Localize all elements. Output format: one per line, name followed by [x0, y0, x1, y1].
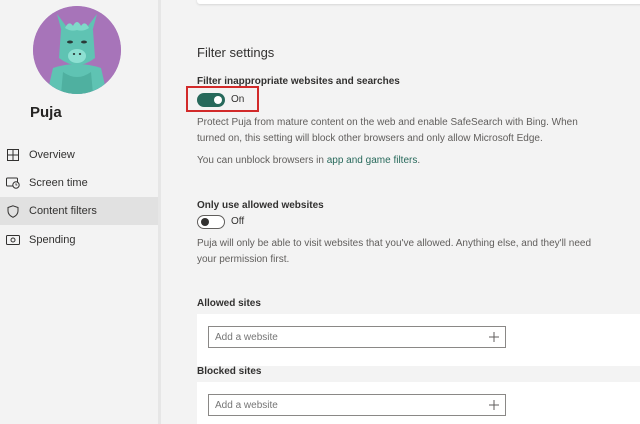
blocked-site-input[interactable] [208, 394, 506, 416]
avatar [33, 6, 121, 94]
profile-name: Puja [30, 104, 62, 121]
highlight-box [186, 86, 259, 112]
unblock-browsers-text: You can unblock browsers in app and game… [197, 153, 597, 169]
toggle-knob [201, 218, 209, 226]
allowed-only-title: Only use allowed websites [197, 200, 324, 211]
unblock-suffix: . [417, 155, 421, 166]
allowed-site-input[interactable] [208, 326, 506, 348]
page-title: Filter settings [197, 45, 275, 60]
allowed-only-description: Puja will only be able to visit websites… [197, 238, 592, 265]
allowed-sites-card [197, 314, 640, 366]
sidebar-item-overview[interactable]: Overview [0, 141, 158, 169]
blocked-sites-card [197, 382, 640, 424]
allowed-only-toggle[interactable] [197, 215, 225, 229]
add-allowed-site-icon[interactable] [489, 332, 499, 342]
sidebar-item-label: Overview [29, 149, 75, 161]
allowed-sites-label: Allowed sites [197, 298, 261, 309]
main-content: Filter settings Filter inappropriate web… [161, 0, 640, 424]
spending-icon [6, 233, 20, 247]
sidebar: Puja Overview Screen time Content filter… [0, 0, 158, 424]
sidebar-item-label: Content filters [29, 205, 97, 217]
overview-grid-icon [6, 148, 20, 162]
unblock-prefix: You can unblock browsers in [197, 155, 327, 166]
add-blocked-site-icon[interactable] [489, 400, 499, 410]
app-and-game-filters-link[interactable]: app and game filters [327, 155, 418, 166]
shield-icon [6, 204, 20, 218]
sidebar-item-content-filters[interactable]: Content filters [0, 197, 158, 225]
allowed-only-state: Off [231, 216, 245, 227]
sidebar-item-screen-time[interactable]: Screen time [0, 169, 158, 197]
llama-avatar-icon [33, 6, 121, 94]
blocked-sites-label: Blocked sites [197, 366, 262, 377]
sidebar-item-spending[interactable]: Spending [0, 226, 158, 254]
sidebar-item-label: Screen time [29, 177, 88, 189]
screen-time-icon [6, 176, 20, 190]
filter-websites-description: Protect Puja from mature content on the … [197, 117, 578, 144]
top-card [197, 0, 640, 4]
sidebar-item-label: Spending [29, 234, 76, 246]
